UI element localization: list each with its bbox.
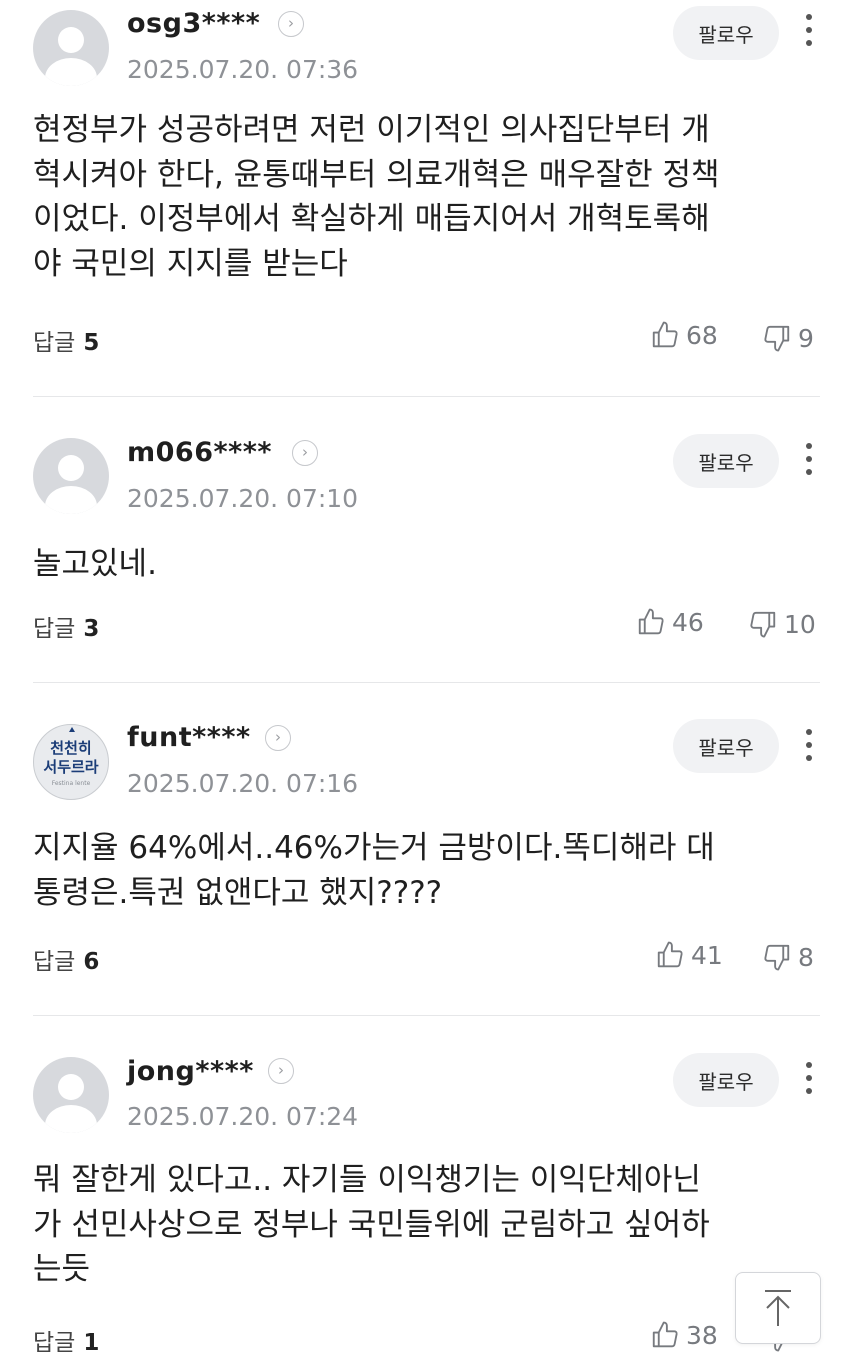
comment-text: 현정부가 성공하려면 저런 이기적인 의사집단부터 개 혁시켜아 한다, 윤통때… bbox=[33, 112, 720, 282]
reply-label: 답글 bbox=[33, 330, 76, 356]
arrow-up-icon bbox=[765, 1290, 791, 1326]
comment-date: 2025.07.20. 07:24 bbox=[127, 1102, 359, 1131]
default-user-icon bbox=[45, 1074, 97, 1133]
like-button[interactable]: 38 bbox=[650, 1320, 718, 1350]
avatar-text-line-2: 서두르라 bbox=[43, 758, 99, 776]
default-user-icon bbox=[45, 455, 97, 514]
divider bbox=[33, 682, 820, 683]
comment-date: 2025.07.20. 07:16 bbox=[127, 769, 359, 798]
reply-count: 3 bbox=[83, 616, 100, 642]
like-button[interactable]: 41 bbox=[655, 940, 723, 970]
avatar[interactable] bbox=[33, 438, 109, 514]
like-count: 38 bbox=[686, 1320, 718, 1350]
dislike-count: 8 bbox=[798, 942, 814, 972]
avatar[interactable] bbox=[33, 10, 109, 86]
scroll-to-top-button[interactable] bbox=[735, 1272, 821, 1344]
like-button[interactable]: 68 bbox=[650, 320, 718, 350]
username[interactable]: jong**** bbox=[127, 1056, 254, 1087]
chevron-right-icon[interactable]: › bbox=[268, 1058, 294, 1084]
more-options-icon[interactable] bbox=[798, 441, 820, 481]
reply-count: 6 bbox=[83, 949, 100, 975]
chevron-right-icon[interactable]: › bbox=[278, 11, 304, 37]
reply-button[interactable]: 답글 3 bbox=[33, 609, 99, 643]
avatar-text-line-1: 천천히 bbox=[50, 739, 92, 757]
follow-button[interactable]: 팔로우 bbox=[673, 1053, 779, 1107]
reply-button[interactable]: 답글 5 bbox=[33, 323, 99, 357]
username[interactable]: funt**** bbox=[127, 722, 251, 753]
thumbs-down-icon bbox=[764, 944, 790, 971]
reply-button[interactable]: 답글 6 bbox=[33, 942, 99, 976]
default-user-icon bbox=[45, 27, 97, 86]
thumbs-up-icon bbox=[638, 608, 664, 635]
like-count: 41 bbox=[691, 940, 723, 970]
more-options-icon[interactable] bbox=[798, 12, 820, 52]
dislike-button[interactable]: 10 bbox=[748, 609, 816, 639]
avatar-subtext: Festina lente bbox=[51, 780, 91, 787]
username[interactable]: m066**** bbox=[127, 437, 272, 468]
comment-text: 놀고있네. bbox=[33, 546, 157, 582]
avatar[interactable]: 천천히 서두르라 Festina lente bbox=[33, 724, 109, 800]
thumbs-down-icon bbox=[750, 611, 776, 638]
chevron-right-icon[interactable]: › bbox=[292, 440, 318, 466]
dislike-count: 9 bbox=[798, 323, 814, 353]
thumbs-up-icon bbox=[652, 1321, 678, 1348]
avatar[interactable] bbox=[33, 1057, 109, 1133]
reply-count: 1 bbox=[83, 1330, 100, 1356]
dislike-button[interactable]: 8 bbox=[762, 942, 814, 972]
reply-button[interactable]: 답글 1 bbox=[33, 1323, 99, 1357]
divider bbox=[33, 396, 820, 397]
like-count: 68 bbox=[686, 320, 718, 350]
more-options-icon[interactable] bbox=[798, 1060, 820, 1100]
thumbs-up-icon bbox=[652, 321, 678, 348]
comment-text: 뭐 잘한게 있다고.. 자기들 이익챙기는 이익단체아닌 가 선민사상으로 정부… bbox=[33, 1162, 710, 1287]
divider bbox=[33, 1015, 820, 1016]
thumbs-down-icon bbox=[764, 325, 790, 352]
follow-button[interactable]: 팔로우 bbox=[673, 6, 779, 60]
thumbs-up-icon bbox=[657, 941, 683, 968]
follow-button[interactable]: 팔로우 bbox=[673, 434, 779, 488]
reply-label: 답글 bbox=[33, 1330, 76, 1356]
reply-label: 답글 bbox=[33, 616, 76, 642]
chevron-right-icon[interactable]: › bbox=[265, 725, 291, 751]
follow-button[interactable]: 팔로우 bbox=[673, 719, 779, 773]
like-count: 46 bbox=[672, 607, 704, 637]
dislike-button[interactable]: 9 bbox=[762, 323, 814, 353]
dislike-count: 10 bbox=[784, 609, 816, 639]
comment-text: 지지율 64%에서..46%가는거 금방이다.똑디해라 대 통령은.특권 없앤다… bbox=[33, 830, 715, 911]
reply-count: 5 bbox=[83, 330, 100, 356]
more-options-icon[interactable] bbox=[798, 727, 820, 767]
like-button[interactable]: 46 bbox=[636, 607, 704, 637]
reply-label: 답글 bbox=[33, 949, 76, 975]
comment-date: 2025.07.20. 07:10 bbox=[127, 484, 359, 513]
username[interactable]: osg3**** bbox=[127, 8, 260, 39]
comment-date: 2025.07.20. 07:36 bbox=[127, 55, 359, 84]
